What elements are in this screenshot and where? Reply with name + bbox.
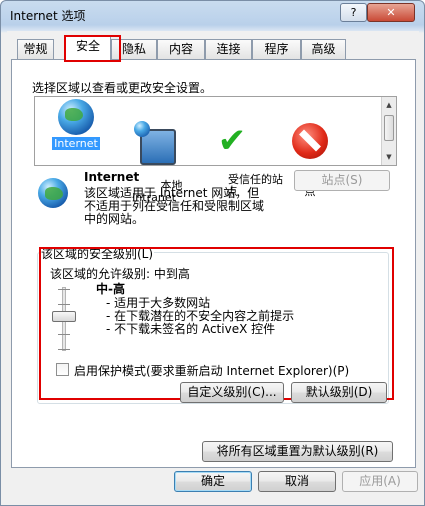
help-button[interactable]: ? bbox=[340, 3, 367, 22]
zone-list[interactable]: Internet 本地 Intranet ✔ 受信任的站 点 受限制的站 点 ▲ bbox=[34, 96, 397, 204]
tab-general[interactable]: 常规 bbox=[17, 39, 54, 59]
zone-local-intranet[interactable]: 本地 Intranet bbox=[115, 99, 193, 204]
security-level-name: 中-高 bbox=[96, 282, 125, 296]
security-level-slider-thumb[interactable] bbox=[52, 311, 76, 322]
zone-detail-title: Internet bbox=[84, 170, 140, 184]
protected-mode-checkbox[interactable] bbox=[56, 363, 69, 376]
slider-tick bbox=[58, 334, 70, 335]
ok-button[interactable]: 确定 bbox=[174, 471, 252, 492]
zone-trusted-sites[interactable]: ✔ 受信任的站 点 bbox=[193, 99, 283, 198]
scroll-thumb[interactable] bbox=[384, 115, 394, 141]
protected-mode-label[interactable]: 启用保护模式(要求重新启动 Internet Explorer)(P) bbox=[74, 362, 349, 379]
window-title: Internet 选项 bbox=[10, 9, 86, 23]
default-level-button[interactable]: 默认级别(D) bbox=[291, 382, 387, 403]
tab-connections[interactable]: 连接 bbox=[205, 39, 252, 59]
tab-security[interactable]: 安全 bbox=[65, 36, 111, 60]
zone-list-scrollbar[interactable]: ▲ ▼ bbox=[381, 97, 396, 165]
sites-button[interactable]: 站点(S) bbox=[294, 170, 390, 191]
tab-privacy[interactable]: 隐私 bbox=[111, 39, 157, 59]
title-bar: Internet 选项 ? ✕ bbox=[1, 1, 424, 29]
security-level-description: - 适用于大多数网站 - 在下载潜在的不安全内容之前提示 - 不下载未签名的 A… bbox=[106, 296, 295, 336]
local-intranet-icon bbox=[134, 121, 176, 165]
zones-prompt: 选择区域以查看或更改安全设置。 bbox=[32, 81, 213, 95]
security-level-title: 该区域的安全级别(L) bbox=[40, 245, 155, 262]
globe-icon bbox=[38, 178, 68, 208]
custom-level-button[interactable]: 自定义级别(C)... bbox=[180, 382, 284, 403]
zone-description: 该区域适用于 Internet 网站，但 不适用于列在受信任和受限制区域 中的网… bbox=[84, 186, 265, 226]
restricted-sites-icon bbox=[292, 123, 328, 159]
dialog-client: 常规 安全 隐私 内容 连接 程序 高级 选择区域以查看或更改安全设置。 Int… bbox=[7, 31, 419, 501]
apply-button[interactable]: 应用(A) bbox=[342, 471, 418, 492]
zone-internet[interactable]: Internet bbox=[37, 99, 115, 163]
slider-tick bbox=[58, 304, 70, 305]
cancel-button[interactable]: 取消 bbox=[258, 471, 336, 492]
security-tab-panel: 选择区域以查看或更改安全设置。 Internet 本地 Intranet ✔ 受… bbox=[11, 59, 416, 468]
slider-tick bbox=[58, 349, 70, 350]
trusted-sites-icon: ✔ bbox=[217, 121, 247, 161]
scroll-down-icon[interactable]: ▼ bbox=[383, 151, 395, 163]
close-button[interactable]: ✕ bbox=[367, 3, 415, 22]
zone-restricted-sites[interactable]: 受限制的站 点 bbox=[271, 99, 361, 198]
tab-advanced[interactable]: 高级 bbox=[301, 39, 346, 59]
tab-content[interactable]: 内容 bbox=[157, 39, 205, 59]
internet-options-window: Internet 选项 ? ✕ 常规 安全 隐私 内容 连接 程序 高级 选择区… bbox=[0, 0, 425, 506]
reset-all-zones-button[interactable]: 将所有区域重置为默认级别(R) bbox=[202, 441, 393, 462]
zone-label: Internet bbox=[52, 137, 100, 150]
tab-programs[interactable]: 程序 bbox=[252, 39, 301, 59]
scroll-up-icon[interactable]: ▲ bbox=[383, 99, 395, 111]
globe-icon bbox=[58, 99, 94, 135]
slider-tick bbox=[58, 289, 70, 290]
